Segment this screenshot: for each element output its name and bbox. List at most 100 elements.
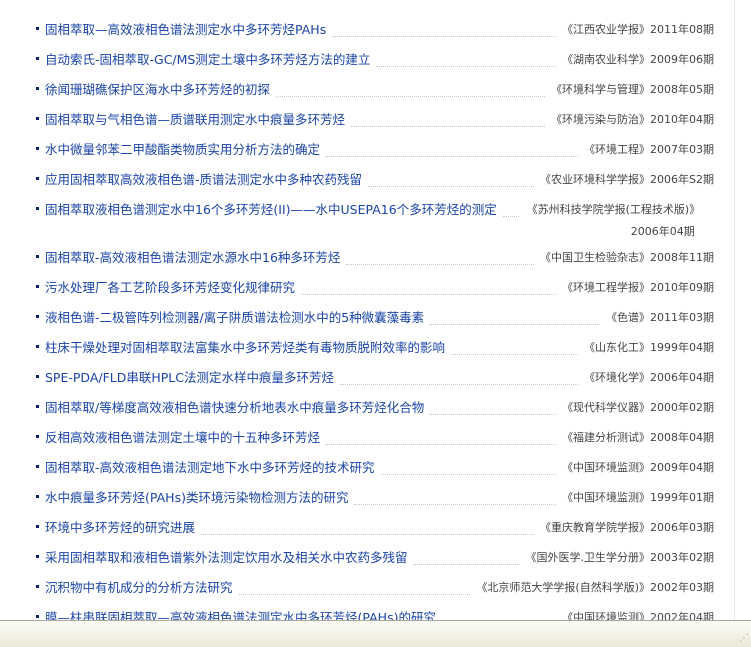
article-link[interactable]: 固相萃取-高效液相色谱法测定地下水中多环芳烃的技术研究 [45, 453, 375, 477]
article-link[interactable]: 徐闻珊瑚礁保护区海水中多环芳烃的初探 [45, 75, 270, 99]
article-source: 《环境化学》2006年04期 [584, 371, 714, 384]
article-link[interactable]: 应用固相萃取高效液相色谱-质谱法测定水中多种农药残留 [45, 165, 362, 189]
bullet-icon [36, 147, 39, 150]
article-source: 《中国环境监测》1999年01期 [562, 491, 714, 504]
list-item: 柱床干燥处理对固相萃取法富集水中多环芳烃类有毒物质脱附效率的影响 《山东化工》1… [0, 333, 734, 363]
article-source: 《农业环境科学学报》2006年S2期 [540, 173, 714, 186]
article-link[interactable]: 采用固相萃取和液相色谱紫外法测定饮用水及相关水中农药多残留 [45, 543, 408, 567]
list-item: 应用固相萃取高效液相色谱-质谱法测定水中多种农药残留 《农业环境科学学报》200… [0, 165, 734, 195]
article-source: 《环境科学与管理》2008年05期 [551, 83, 714, 96]
dotted-leader [326, 426, 556, 445]
dotted-leader [332, 18, 556, 37]
article-link[interactable]: SPE-PDA/FLD串联HPLC法测定水样中痕量多环芳烃 [45, 363, 334, 387]
bullet-icon [36, 585, 39, 588]
article-source: 《中国环境监测》2002年04期 [562, 611, 714, 620]
bullet-icon [36, 255, 39, 258]
bullet-icon [36, 177, 39, 180]
dotted-leader [276, 78, 545, 97]
list-item: 固相萃取液相色谱测定水中16个多环芳烃(II)——水中USEPA16个多环芳烃的… [0, 195, 734, 243]
list-item: 固相萃取与气相色谱—质谱联用测定水中痕量多环芳烃 《环境污染与防治》2010年0… [0, 105, 734, 135]
article-source: 《苏州科技学院学报(工程技术版)》2006年04期 [526, 203, 695, 238]
article-source: 《北京师范大学学报(自然科学版)》2002年03期 [476, 581, 714, 594]
article-link[interactable]: 柱床干燥处理对固相萃取法富集水中多环芳烃类有毒物质脱附效率的影响 [45, 333, 445, 357]
list-item: 反相高效液相色谱法测定土壤中的十五种多环芳烃 《福建分析测试》2008年04期 [0, 423, 734, 453]
article-source: 《江西农业学报》2011年08期 [562, 23, 714, 36]
article-source: 《湖南农业科学》2009年06期 [562, 53, 714, 66]
article-link[interactable]: 污水处理厂各工艺阶段多环芳烃变化规律研究 [45, 273, 295, 297]
bullet-icon [36, 435, 39, 438]
list-item: 固相萃取-高效液相色谱法测定地下水中多环芳烃的技术研究 《中国环境监测》2009… [0, 453, 734, 483]
bullet-icon [36, 495, 39, 498]
dotted-leader [354, 486, 556, 505]
list-item: 沉积物中有机成分的分析方法研究 《北京师范大学学报(自然科学版)》2002年03… [0, 573, 734, 603]
article-source: 《中国环境监测》2009年04期 [562, 461, 714, 474]
dotted-leader [238, 576, 471, 595]
article-source: 《重庆教育学院学报》2006年03期 [540, 521, 714, 534]
article-source: 《山东化工》1999年04期 [584, 341, 714, 354]
article-list-viewport: 固相萃取—高效液相色谱法测定水中多环芳烃PAHs 《江西农业学报》2011年08… [0, 0, 734, 620]
dotted-leader [442, 606, 556, 620]
dotted-leader [413, 546, 520, 565]
list-item: 自动索氏-固相萃取-GC/MS测定土壤中多环芳烃方法的建立 《湖南农业科学》20… [0, 45, 734, 75]
article-source: 《福建分析测试》2008年04期 [562, 431, 714, 444]
dotted-leader [430, 306, 600, 325]
dotted-leader [346, 246, 534, 265]
bullet-icon [36, 315, 39, 318]
bullet-icon [36, 87, 39, 90]
article-link[interactable]: 水中痕量多环芳烃(PAHs)类环境污染物检测方法的研究 [45, 483, 348, 507]
article-source: 《国外医学.卫生学分册》2003年02期 [525, 551, 715, 564]
dotted-leader [340, 366, 578, 385]
article-source: 《环境工程学报》2010年09期 [562, 281, 714, 294]
bullet-icon [36, 525, 39, 528]
article-source: 《中国卫生检验杂志》2008年11期 [540, 251, 714, 264]
list-item: 采用固相萃取和液相色谱紫外法测定饮用水及相关水中农药多残留 《国外医学.卫生学分… [0, 543, 734, 573]
list-item: SPE-PDA/FLD串联HPLC法测定水样中痕量多环芳烃 《环境化学》2006… [0, 363, 734, 393]
article-source: 《色谱》2011年03期 [606, 311, 714, 324]
bullet-icon [36, 375, 39, 378]
list-item: 固相萃取—高效液相色谱法测定水中多环芳烃PAHs 《江西农业学报》2011年08… [0, 15, 734, 45]
list-item: 固相萃取/等梯度高效液相色谱快速分析地表水中痕量多环芳烃化合物 《现代科学仪器》… [0, 393, 734, 423]
dotted-leader [301, 276, 556, 295]
bullet-icon [36, 615, 39, 618]
article-source: 《环境工程》2007年03期 [584, 143, 714, 156]
article-link[interactable]: 膜—柱串联固相萃取—高效液相色谱法测定水中多环芳烃(PAHs)的研究 [45, 603, 436, 620]
dotted-leader [376, 48, 556, 67]
bullet-icon [36, 345, 39, 348]
bullet-icon [36, 117, 39, 120]
article-link[interactable]: 环境中多环芳烃的研究进展 [45, 513, 195, 537]
article-link[interactable]: 固相萃取与气相色谱—质谱联用测定水中痕量多环芳烃 [45, 105, 345, 129]
dotted-leader [368, 168, 535, 187]
bullet-icon [36, 465, 39, 468]
status-bar: ⋰ [0, 620, 751, 647]
bullet-icon [36, 405, 39, 408]
article-link[interactable]: 固相萃取-高效液相色谱法测定水源水中16种多环芳烃 [45, 243, 340, 267]
article-link[interactable]: 自动索氏-固相萃取-GC/MS测定土壤中多环芳烃方法的建立 [45, 45, 370, 69]
article-link[interactable]: 固相萃取—高效液相色谱法测定水中多环芳烃PAHs [45, 15, 326, 39]
dotted-leader [201, 516, 534, 535]
article-link[interactable]: 沉积物中有机成分的分析方法研究 [45, 573, 233, 597]
dotted-leader [380, 456, 556, 475]
list-item: 液相色谱-二极管阵列检测器/离子阱质谱法检测水中的5种微囊藻毒素 《色谱》201… [0, 303, 734, 333]
bullet-icon [36, 285, 39, 288]
article-link[interactable]: 水中微量邻苯二甲酸酯类物质实用分析方法的确定 [45, 135, 320, 159]
related-articles-list: 固相萃取—高效液相色谱法测定水中多环芳烃PAHs 《江西农业学报》2011年08… [0, 0, 734, 620]
bullet-icon [36, 207, 39, 210]
resize-grip-icon[interactable]: ⋰ [737, 633, 749, 645]
article-source: 《环境污染与防治》2010年04期 [551, 113, 714, 126]
article-link[interactable]: 反相高效液相色谱法测定土壤中的十五种多环芳烃 [45, 423, 320, 447]
list-item: 污水处理厂各工艺阶段多环芳烃变化规律研究 《环境工程学报》2010年09期 [0, 273, 734, 303]
dotted-leader [326, 138, 578, 157]
list-item: 徐闻珊瑚礁保护区海水中多环芳烃的初探 《环境科学与管理》2008年05期 [0, 75, 734, 105]
list-item: 膜—柱串联固相萃取—高效液相色谱法测定水中多环芳烃(PAHs)的研究 《中国环境… [0, 603, 734, 620]
list-item: 水中微量邻苯二甲酸酯类物质实用分析方法的确定 《环境工程》2007年03期 [0, 135, 734, 165]
dotted-leader [351, 108, 545, 127]
bullet-icon [36, 555, 39, 558]
vertical-scrollbar[interactable] [734, 0, 751, 620]
dotted-leader [502, 198, 519, 217]
bullet-icon [36, 27, 39, 30]
article-link[interactable]: 固相萃取液相色谱测定水中16个多环芳烃(II)——水中USEPA16个多环芳烃的… [45, 195, 497, 219]
article-link[interactable]: 液相色谱-二极管阵列检测器/离子阱质谱法检测水中的5种微囊藻毒素 [45, 303, 424, 327]
list-item: 水中痕量多环芳烃(PAHs)类环境污染物检测方法的研究 《中国环境监测》1999… [0, 483, 734, 513]
article-link[interactable]: 固相萃取/等梯度高效液相色谱快速分析地表水中痕量多环芳烃化合物 [45, 393, 424, 417]
bullet-icon [36, 57, 39, 60]
